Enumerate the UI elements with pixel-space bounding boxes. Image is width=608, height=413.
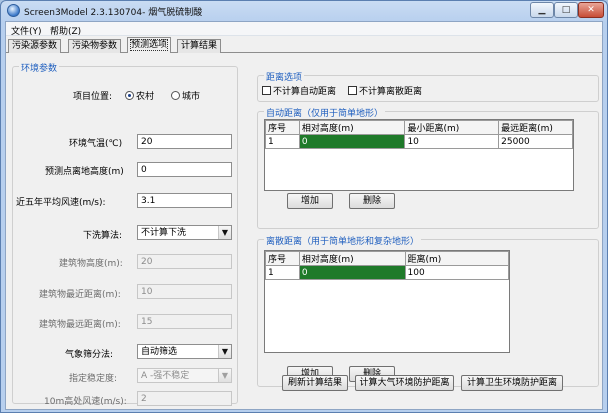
app-window: Screen3Model 2.3.130704- 烟气脱硫制酸 ▁ □ ✕ 文件…	[0, 0, 608, 413]
menu-bar: 文件(Y) 帮助(Z)	[6, 22, 602, 37]
stability-select[interactable]: A -强不稳定 ▼	[137, 368, 232, 383]
met-method-label: 气象筛分法:	[65, 350, 114, 360]
checkbox-label: 不计算离散距离	[359, 87, 423, 97]
auto-distance-table[interactable]: 序号 相对高度(m) 最小距离(m) 最远距离(m) 1 0 10 25000	[264, 119, 574, 191]
stability-label: 指定稳定度:	[69, 374, 118, 384]
col-header-index[interactable]: 序号	[265, 120, 300, 135]
col-header-index[interactable]: 序号	[265, 251, 300, 266]
env-params-title: 环境参数	[19, 61, 60, 74]
checkbox-box	[348, 86, 357, 95]
auto-delete-button[interactable]: 删除	[349, 193, 395, 209]
col-header-max-dist[interactable]: 最远距离(m)	[498, 120, 573, 135]
bldg-max-dist-label: 建筑物最远距离(m):	[39, 320, 121, 330]
maximize-button[interactable]: □	[554, 2, 578, 18]
menu-file[interactable]: 文件(Y)	[11, 24, 42, 37]
temp-input[interactable]: 20	[137, 134, 232, 149]
wind10-label: 10m高处风速(m/s):	[44, 397, 127, 407]
app-icon	[7, 4, 20, 17]
checkbox-label: 不计算自动距离	[273, 87, 337, 97]
window-title: Screen3Model 2.3.130704- 烟气脱硫制酸	[24, 8, 203, 18]
cell-rel-height[interactable]: 0	[298, 134, 406, 149]
cell-min-dist[interactable]: 10	[404, 134, 500, 149]
cell-max-dist[interactable]: 25000	[498, 134, 573, 149]
tab-strip: 污染源参数 污染物参数 预测选项 计算结果	[6, 37, 602, 53]
distance-options-group: 距离选项 不计算自动距离 不计算离散距离	[257, 70, 599, 102]
checkbox-box	[262, 86, 271, 95]
col-header-rel-height[interactable]: 相对高度(m)	[298, 120, 406, 135]
bldg-height-input[interactable]: 20	[137, 254, 232, 269]
chevron-down-icon[interactable]: ▼	[218, 345, 231, 358]
cell-index[interactable]: 1	[265, 265, 300, 280]
cell-index[interactable]: 1	[265, 134, 300, 149]
calc-health-distance-button[interactable]: 计算卫生环境防护距离	[461, 375, 563, 391]
bldg-min-dist-label: 建筑物最近距离(m):	[39, 290, 121, 300]
radio-urban[interactable]: 城市	[171, 89, 200, 102]
tab-source-params[interactable]: 污染源参数	[8, 39, 62, 53]
checkbox-no-auto-distance[interactable]: 不计算自动距离	[262, 84, 336, 97]
col-header-min-dist[interactable]: 最小距离(m)	[404, 120, 500, 135]
chevron-down-icon[interactable]: ▼	[218, 226, 231, 239]
tab-label: 计算结果	[181, 41, 218, 51]
table-row[interactable]: 1 0 10 25000	[265, 134, 573, 149]
tab-pollutant-params[interactable]: 污染物参数	[68, 39, 122, 53]
receptor-height-label: 预测点离地高度(m)	[45, 167, 124, 177]
met-method-value: 自动筛选	[141, 347, 178, 357]
met-method-select[interactable]: 自动筛选 ▼	[137, 344, 232, 359]
tab-prediction-options[interactable]: 预测选项	[127, 37, 172, 53]
discrete-distance-title: 离散距离（用于简单地形和复杂地形）	[264, 234, 422, 247]
title-bar[interactable]: Screen3Model 2.3.130704- 烟气脱硫制酸 ▁ □ ✕	[1, 1, 607, 21]
col-header-rel-height[interactable]: 相对高度(m)	[298, 251, 406, 266]
table-row[interactable]: 1 0 100	[265, 265, 509, 280]
wind-speed-label: 近五年平均风速(m/s):	[16, 198, 106, 208]
auto-distance-title: 自动距离（仅用于简单地形）	[264, 106, 386, 119]
downwash-select[interactable]: 不计算下洗 ▼	[137, 225, 232, 240]
discrete-distance-table[interactable]: 序号 相对高度(m) 距离(m) 1 0 100	[264, 250, 510, 353]
env-params-group: 环境参数 项目位置: 农村 城市 环境气温(℃) 20 预测点离地高度(m) 0…	[12, 61, 238, 407]
radio-urban-dot	[171, 91, 180, 100]
radio-rural-dot	[125, 91, 134, 100]
downwash-label: 下洗算法:	[83, 231, 123, 241]
table-header-row: 序号 相对高度(m) 最小距离(m) 最远距离(m)	[265, 120, 573, 135]
chevron-down-icon[interactable]: ▼	[218, 369, 231, 382]
tab-label: 污染源参数	[12, 41, 58, 51]
client-area: 文件(Y) 帮助(Z) 污染源参数 污染物参数 预测选项 计算结果 环境参数 项…	[5, 21, 603, 410]
distance-options-title: 距离选项	[264, 70, 305, 83]
bldg-max-dist-input[interactable]: 15	[137, 314, 232, 329]
calc-atmospheric-distance-button[interactable]: 计算大气环境防护距离	[355, 375, 454, 391]
menu-help[interactable]: 帮助(Z)	[50, 24, 81, 37]
wind10-input[interactable]: 2	[137, 391, 232, 406]
downwash-value: 不计算下洗	[141, 228, 187, 238]
tab-label: 污染物参数	[72, 41, 118, 51]
discrete-distance-group: 离散距离（用于简单地形和复杂地形） 序号 相对高度(m) 距离(m) 1 0 1…	[257, 234, 599, 387]
refresh-results-button[interactable]: 刷新计算结果	[282, 375, 348, 391]
table-header-row: 序号 相对高度(m) 距离(m)	[265, 251, 509, 266]
discrete-distance-grid: 序号 相对高度(m) 距离(m) 1 0 100	[265, 251, 509, 280]
radio-rural[interactable]: 农村	[125, 89, 154, 102]
tab-results[interactable]: 计算结果	[177, 39, 222, 53]
auto-add-button[interactable]: 增加	[287, 193, 333, 209]
minimize-button[interactable]: ▁	[530, 2, 554, 18]
col-header-distance[interactable]: 距离(m)	[404, 251, 509, 266]
radio-urban-label: 城市	[182, 92, 201, 102]
auto-distance-grid: 序号 相对高度(m) 最小距离(m) 最远距离(m) 1 0 10 25000	[265, 120, 573, 149]
radio-rural-label: 农村	[136, 92, 155, 102]
bldg-min-dist-input[interactable]: 10	[137, 284, 232, 299]
checkbox-no-discrete-distance[interactable]: 不计算离散距离	[348, 84, 422, 97]
location-label: 项目位置:	[73, 92, 113, 102]
cell-distance[interactable]: 100	[404, 265, 509, 280]
close-button[interactable]: ✕	[578, 2, 604, 18]
tab-label: 预测选项	[129, 39, 169, 51]
wind-speed-input[interactable]: 3.1	[137, 193, 232, 208]
temp-label: 环境气温(℃)	[69, 139, 123, 149]
receptor-height-input[interactable]: 0	[137, 162, 232, 177]
stability-value: A -强不稳定	[141, 371, 190, 381]
auto-distance-group: 自动距离（仅用于简单地形） 序号 相对高度(m) 最小距离(m) 最远距离(m)…	[257, 106, 599, 229]
bldg-height-label: 建筑物高度(m):	[59, 259, 123, 269]
cell-rel-height[interactable]: 0	[298, 265, 406, 280]
